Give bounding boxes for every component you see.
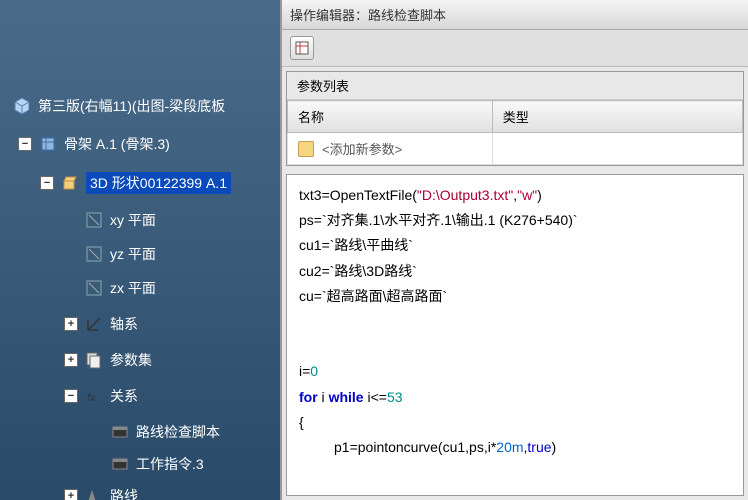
plane-icon bbox=[84, 210, 104, 230]
tree-paramset[interactable]: + 参数集 bbox=[64, 350, 152, 370]
add-param-row[interactable]: <添加新参数> bbox=[288, 133, 743, 165]
editor-toolbar bbox=[282, 30, 748, 67]
collapse-icon[interactable]: − bbox=[18, 137, 32, 151]
expand-icon[interactable]: + bbox=[64, 353, 78, 367]
tree-root[interactable]: 第三版(右幅11)(出图-梁段底板 bbox=[12, 96, 225, 116]
tree-root-label: 第三版(右幅11)(出图-梁段底板 bbox=[38, 96, 225, 116]
tree-workcmd[interactable]: 工作指令.3 bbox=[110, 454, 204, 474]
axis-icon bbox=[84, 314, 104, 334]
param-table: 名称 类型 <添加新参数> bbox=[287, 100, 743, 165]
tree-relation[interactable]: − fx 关系 bbox=[64, 386, 138, 406]
title-prefix: 操作编辑器： bbox=[290, 8, 368, 23]
plane-icon bbox=[84, 244, 104, 264]
editor-panel: 操作编辑器：路线检查脚本 参数列表 名称 类型 <添加新参数> txt3=Ope… bbox=[280, 0, 748, 500]
tree-route[interactable]: + 路线 bbox=[64, 486, 138, 500]
route-icon bbox=[84, 486, 104, 500]
collapse-icon[interactable]: − bbox=[40, 176, 54, 190]
tree-frame-label: 骨架 A.1 (骨架.3) bbox=[64, 134, 170, 154]
paramset-icon bbox=[84, 350, 104, 370]
tree-zx-label: zx 平面 bbox=[110, 278, 156, 298]
frame-icon bbox=[38, 134, 58, 154]
tree-panel: 第三版(右幅11)(出图-梁段底板 − 骨架 A.1 (骨架.3) − 3D 形… bbox=[0, 0, 280, 500]
script-icon bbox=[110, 422, 130, 442]
tree-frame[interactable]: − 骨架 A.1 (骨架.3) bbox=[18, 134, 170, 154]
cube-icon bbox=[12, 96, 32, 116]
tree-relation-label: 关系 bbox=[110, 386, 138, 406]
relation-icon: fx bbox=[84, 386, 104, 406]
svg-text:fx: fx bbox=[87, 392, 96, 404]
tree-script[interactable]: 路线检查脚本 bbox=[110, 422, 220, 442]
page-icon bbox=[298, 141, 314, 157]
plane-icon bbox=[84, 278, 104, 298]
tree-yz[interactable]: yz 平面 bbox=[84, 244, 156, 264]
sheet-icon bbox=[295, 41, 309, 55]
tree-route-label: 路线 bbox=[110, 486, 138, 500]
tree-xy-label: xy 平面 bbox=[110, 210, 156, 230]
col-type[interactable]: 类型 bbox=[492, 101, 742, 133]
tree-shape3d-label: 3D 形状00122399 A.1 bbox=[86, 172, 231, 194]
script-icon bbox=[110, 454, 130, 474]
tree-paramset-label: 参数集 bbox=[110, 350, 152, 370]
tree-script-label: 路线检查脚本 bbox=[136, 422, 220, 442]
tree-zx[interactable]: zx 平面 bbox=[84, 278, 156, 298]
tree-yz-label: yz 平面 bbox=[110, 244, 156, 264]
tree-shape3d[interactable]: − 3D 形状00122399 A.1 bbox=[40, 172, 231, 194]
add-param-label: <添加新参数> bbox=[322, 139, 402, 158]
title-name: 路线检查脚本 bbox=[368, 8, 446, 23]
tree-xy[interactable]: xy 平面 bbox=[84, 210, 156, 230]
collapse-icon[interactable]: − bbox=[64, 389, 78, 403]
toolbar-button[interactable] bbox=[290, 36, 314, 60]
col-name[interactable]: 名称 bbox=[288, 101, 493, 133]
expand-icon[interactable]: + bbox=[64, 489, 78, 500]
param-header: 参数列表 bbox=[287, 72, 743, 100]
tree-axis-label: 轴系 bbox=[110, 314, 138, 334]
code-editor[interactable]: txt3=OpenTextFile("D:\Output3.txt","w") … bbox=[286, 174, 744, 496]
shape-icon bbox=[60, 173, 80, 193]
tree-workcmd-label: 工作指令.3 bbox=[136, 454, 204, 474]
tree-axis[interactable]: + 轴系 bbox=[64, 314, 138, 334]
param-section: 参数列表 名称 类型 <添加新参数> bbox=[286, 71, 744, 166]
expand-icon[interactable]: + bbox=[64, 317, 78, 331]
editor-title-bar: 操作编辑器：路线检查脚本 bbox=[282, 0, 748, 30]
